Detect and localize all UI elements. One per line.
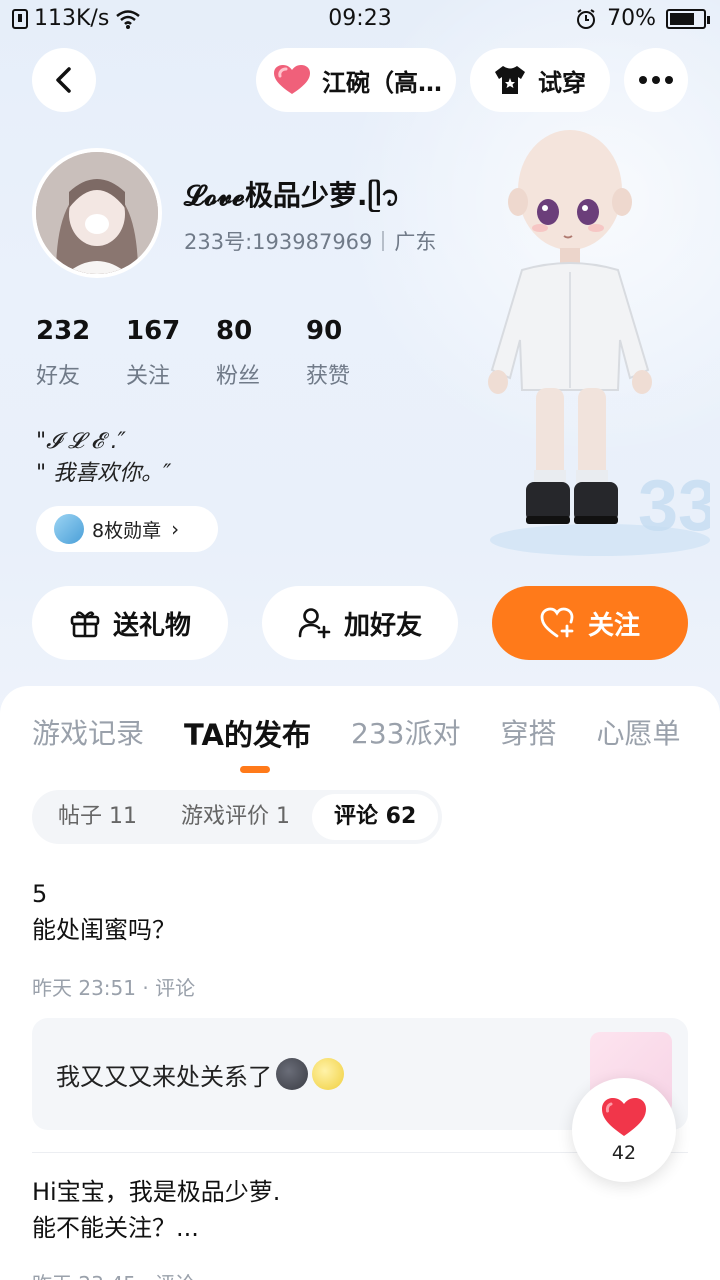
stat-number: 80	[216, 316, 253, 346]
stat-label: 关注	[126, 364, 171, 389]
chevron-left-icon	[56, 67, 71, 93]
stat-friends[interactable]: 232 好友	[36, 316, 126, 390]
follow-label: 关注	[587, 610, 640, 641]
tab-outfits[interactable]: 穿搭	[500, 712, 556, 754]
status-bar: 113K/s 09:23 70%	[0, 0, 720, 40]
subtab-game-reviews[interactable]: 游戏评价 1	[159, 794, 312, 840]
guild-label: 江碗（高…	[322, 68, 442, 97]
like-count: 42	[611, 1142, 637, 1164]
new-moon-face-icon	[276, 1058, 308, 1090]
battery-percent: 70%	[607, 6, 656, 31]
subtab-posts[interactable]: 帖子 11	[36, 794, 159, 840]
battery-fill	[670, 12, 694, 25]
stat-following[interactable]: 167 关注	[126, 316, 216, 390]
heart-guild-icon	[274, 65, 310, 94]
profile-tabs: 游戏记录 TA的发布 233派对 穿搭 心愿单	[32, 712, 680, 754]
avatar-3d-character[interactable]: 33	[470, 120, 710, 560]
stat-number: 232	[36, 316, 91, 346]
send-gift-button[interactable]: 送礼物	[32, 586, 228, 660]
comment-line: Hi宝宝，我是极品少萝.	[32, 1178, 281, 1206]
avatar[interactable]	[32, 148, 162, 278]
comment-text[interactable]: Hi宝宝，我是极品少萝. 能不能关注？...	[32, 1174, 280, 1246]
comment-line: 5	[32, 880, 48, 908]
meta-divider	[382, 231, 385, 251]
stat-number: 90	[306, 316, 343, 346]
active-tab-indicator	[240, 766, 270, 773]
tab-wishlist[interactable]: 心愿单	[596, 712, 680, 754]
content-panel: 游戏记录 TA的发布 233派对 穿搭 心愿单 帖子 11 游戏评价 1 评论 …	[0, 686, 720, 1280]
profile-meta: 233号:193987969 广东	[184, 226, 436, 256]
medal-button[interactable]: 8枚勋章 ›	[36, 506, 218, 552]
like-button[interactable]: 42	[572, 1078, 676, 1182]
heart-icon	[602, 1098, 646, 1136]
comment-timestamp: 昨天 23:45 · 评论	[32, 1268, 195, 1280]
comment-line: 能处闺蜜吗？	[32, 916, 176, 944]
battery-icon	[666, 8, 710, 29]
svg-text:33: 33	[638, 466, 710, 546]
more-dot-icon	[652, 76, 660, 84]
stat-number: 167	[126, 316, 181, 346]
tab-posts[interactable]: TA的发布	[184, 712, 311, 754]
try-on-button[interactable]: 试穿	[470, 48, 610, 112]
comment-text[interactable]: 5 能处闺蜜吗？	[32, 876, 176, 948]
add-friend-label: 加好友	[343, 610, 422, 641]
follow-button[interactable]: 关注	[492, 586, 688, 660]
chevron-right-icon: ›	[171, 517, 180, 541]
gift-icon	[70, 611, 100, 638]
stat-label: 粉丝	[216, 364, 261, 389]
quoted-post-text: 我又又又来处关系了	[56, 1062, 272, 1091]
tshirt-icon	[495, 66, 525, 94]
more-button[interactable]	[624, 48, 688, 112]
stat-label: 好友	[36, 364, 81, 389]
location: 广东	[394, 230, 437, 254]
medal-badge-icon	[54, 514, 84, 544]
signature-line: "𝓘 𝓛 𝓔 .″	[36, 429, 126, 454]
more-dot-icon	[665, 76, 673, 84]
stat-label: 获赞	[306, 364, 351, 389]
more-dot-icon	[639, 76, 647, 84]
heart-plus-icon	[540, 607, 574, 638]
post-type-filter: 帖子 11 游戏评价 1 评论 62	[32, 790, 443, 844]
comment-timestamp: 昨天 23:51 · 评论	[32, 976, 196, 1000]
stat-fans[interactable]: 80 粉丝	[216, 316, 306, 390]
send-gift-label: 送礼物	[112, 610, 191, 641]
back-button[interactable]	[32, 48, 96, 112]
add-friend-button[interactable]: 加好友	[262, 586, 458, 660]
add-user-icon	[298, 608, 331, 639]
tab-game-records[interactable]: 游戏记录	[32, 712, 144, 754]
signature-line: " 我喜欢你。″	[36, 461, 172, 486]
status-right: 70%	[575, 6, 710, 31]
guild-button[interactable]: 江碗（高…	[256, 48, 456, 112]
full-moon-face-icon	[312, 1058, 344, 1090]
profile-signature: "𝓘 𝓛 𝓔 .″ " 我喜欢你。″	[36, 426, 171, 490]
try-on-label: 试穿	[538, 68, 586, 97]
comment-line: 能不能关注？...	[32, 1214, 199, 1242]
user-id[interactable]: 233号:193987969	[184, 226, 372, 256]
username: 𝓛𝓸𝓿𝓮极品少萝.ᥫ᭡	[184, 179, 400, 212]
stat-likes[interactable]: 90 获赞	[306, 316, 396, 390]
avatar-photo	[36, 152, 158, 274]
tab-233-party[interactable]: 233派对	[351, 712, 460, 754]
profile-stats: 232 好友 167 关注 80 粉丝 90 获赞	[36, 316, 396, 390]
alarm-icon	[577, 8, 596, 29]
subtab-comments[interactable]: 评论 62	[312, 794, 439, 840]
medal-label: 8枚勋章	[92, 519, 162, 542]
